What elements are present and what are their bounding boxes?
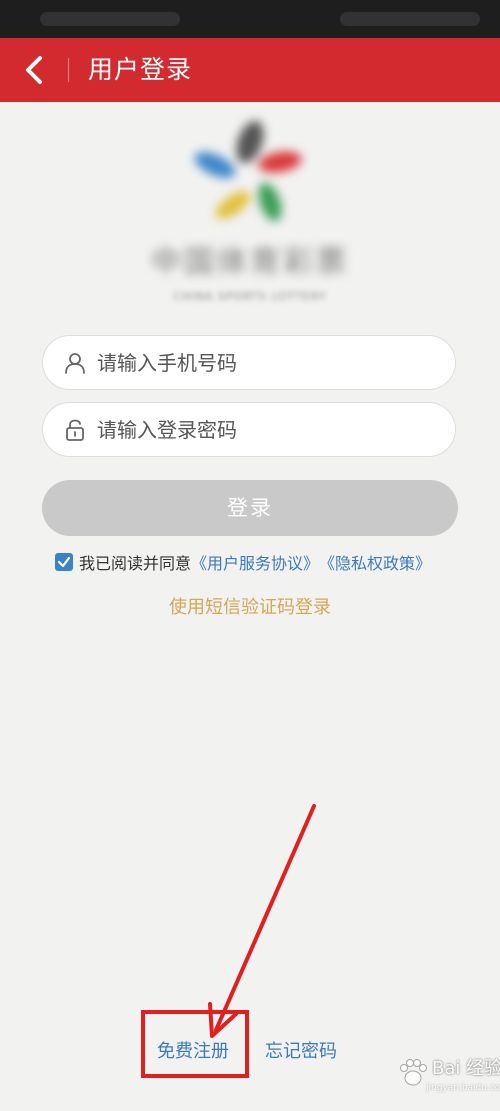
paw-icon [400, 1059, 427, 1086]
app-header: 用户登录 [0, 38, 500, 102]
password-input[interactable] [97, 403, 437, 456]
status-bar-right-blurred [340, 12, 480, 26]
baidu-jingyan-watermark: Bai 经验 jingyan.baidu.com [396, 1058, 500, 1102]
header-divider [68, 58, 69, 82]
agreement-checkbox[interactable] [55, 553, 73, 571]
logo-text: 中国体育彩票 [151, 245, 349, 280]
lottery-logo [194, 120, 302, 222]
highlight-box-annotation [141, 1010, 249, 1078]
page-title: 用户登录 [88, 55, 193, 84]
status-bar [0, 0, 500, 38]
phone-field[interactable] [42, 335, 456, 390]
login-button[interactable]: 登录 [42, 480, 458, 536]
chevron-left-icon [26, 56, 42, 84]
back-button[interactable] [16, 52, 52, 88]
user-icon [65, 353, 85, 374]
lock-icon [66, 419, 84, 441]
password-field[interactable] [42, 402, 456, 457]
privacy-policy-link[interactable]: 《隐私权政策》 [319, 550, 431, 574]
check-icon [57, 556, 71, 568]
agreement-prefix: 我已阅读并同意 [79, 554, 192, 573]
agreement-row: 我已阅读并同意 《用户服务协议》 《隐私权政策》 [55, 550, 431, 574]
forgot-password-link[interactable]: 忘记密码 [265, 1040, 337, 1064]
phone-input[interactable] [97, 336, 437, 389]
watermark-text: Bai 经验 [432, 1058, 500, 1079]
watermark-url: jingyan.baidu.com [426, 1083, 500, 1093]
sms-login-link[interactable]: 使用短信验证码登录 [0, 596, 500, 620]
service-agreement-link[interactable]: 《用户服务协议》 [191, 550, 319, 574]
status-bar-left-blurred [40, 12, 180, 26]
logo-subtext: CHINA SPORTS LOTTERY [173, 290, 327, 303]
